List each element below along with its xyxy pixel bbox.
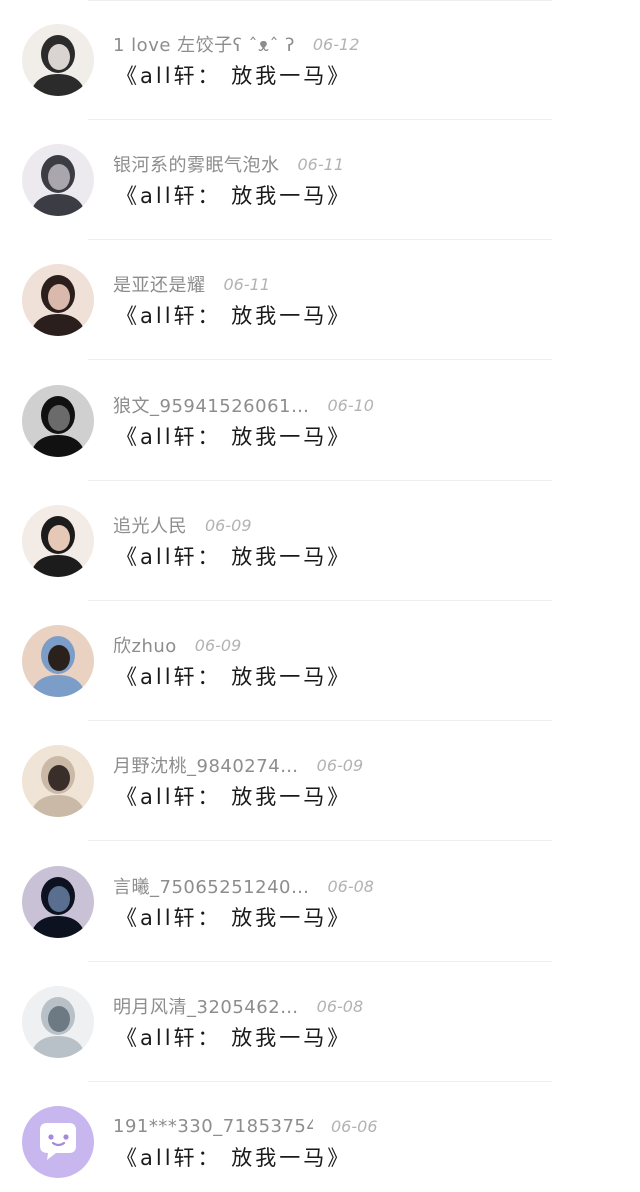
username[interactable]: 是亚还是耀 bbox=[113, 271, 206, 297]
username[interactable]: 狼文_95941526061… bbox=[113, 392, 309, 418]
comment-meta: 是亚还是耀 06-11 bbox=[113, 270, 270, 298]
avatar[interactable] bbox=[22, 24, 94, 96]
comment-item[interactable]: 欣zhuo 06-09 《all轩： 放我一马》 bbox=[0, 601, 640, 721]
user-avatar-icon bbox=[22, 866, 94, 938]
comment-text: 《all轩： 放我一马》 bbox=[116, 184, 352, 208]
username[interactable]: 银河系的雾眠气泡水 bbox=[113, 151, 280, 177]
avatar[interactable] bbox=[22, 1106, 94, 1178]
comment-date: 06-09 bbox=[194, 635, 242, 655]
comment-meta: 191***330_718537544 06-06 bbox=[113, 1112, 378, 1140]
comment-meta: 月野沈桃_9840274… 06-09 bbox=[113, 751, 363, 779]
avatar[interactable] bbox=[22, 866, 94, 938]
comment-item[interactable]: 是亚还是耀 06-11 《all轩： 放我一马》 bbox=[0, 240, 640, 360]
comment-date: 06-06 bbox=[331, 1116, 378, 1136]
comment-text: 《all轩： 放我一马》 bbox=[116, 785, 352, 809]
username[interactable]: 欣zhuo bbox=[113, 632, 177, 658]
comment-text: 《all轩： 放我一马》 bbox=[116, 906, 352, 930]
comment-item[interactable]: 追光人民 06-09 《all轩： 放我一马》 bbox=[0, 481, 640, 601]
comment-item[interactable]: 191***330_718537544 06-06 《all轩： 放我一马》 bbox=[0, 1082, 640, 1192]
avatar[interactable] bbox=[22, 505, 94, 577]
comment-text: 《all轩： 放我一马》 bbox=[116, 665, 352, 689]
username[interactable]: 1 love 左饺子ʕ ˆᴥˆ ʔ bbox=[113, 31, 295, 57]
comment-text: 《all轩： 放我一马》 bbox=[116, 1146, 352, 1170]
username[interactable]: 191***330_718537544 bbox=[113, 1116, 313, 1137]
comment-item[interactable]: 1 love 左饺子ʕ ˆᴥˆ ʔ 06-12 《all轩： 放我一马》 bbox=[0, 0, 640, 120]
avatar[interactable] bbox=[22, 144, 94, 216]
user-avatar-icon bbox=[22, 24, 94, 96]
comment-meta: 1 love 左饺子ʕ ˆᴥˆ ʔ 06-12 bbox=[113, 30, 359, 58]
user-avatar-icon bbox=[22, 505, 94, 577]
avatar[interactable] bbox=[22, 745, 94, 817]
comment-meta: 狼文_95941526061… 06-10 bbox=[113, 391, 374, 419]
username[interactable]: 追光人民 bbox=[113, 512, 187, 538]
username[interactable]: 月野沈桃_9840274… bbox=[113, 752, 299, 778]
comment-meta: 明月风清_3205462… 06-08 bbox=[113, 992, 363, 1020]
divider bbox=[88, 840, 552, 841]
comment-meta: 银河系的雾眠气泡水 06-11 bbox=[113, 150, 344, 178]
comment-text: 《all轩： 放我一马》 bbox=[116, 64, 352, 88]
comment-text: 《all轩： 放我一马》 bbox=[116, 425, 352, 449]
comment-date: 06-09 bbox=[316, 755, 364, 775]
avatar[interactable] bbox=[22, 264, 94, 336]
comment-date: 06-10 bbox=[327, 395, 374, 415]
comment-date: 06-09 bbox=[205, 515, 252, 535]
comment-text: 《all轩： 放我一马》 bbox=[116, 304, 352, 328]
comment-meta: 追光人民 06-09 bbox=[113, 511, 252, 539]
avatar[interactable] bbox=[22, 385, 94, 457]
user-avatar-icon bbox=[22, 986, 94, 1058]
comment-text: 《all轩： 放我一马》 bbox=[116, 545, 352, 569]
comment-item[interactable]: 月野沈桃_9840274… 06-09 《all轩： 放我一马》 bbox=[0, 721, 640, 841]
comment-date: 06-08 bbox=[316, 996, 364, 1016]
comment-date: 06-08 bbox=[327, 876, 374, 896]
username[interactable]: 明月风清_3205462… bbox=[113, 993, 299, 1019]
comment-item[interactable]: 明月风清_3205462… 06-08 《all轩： 放我一马》 bbox=[0, 962, 640, 1082]
comment-item[interactable]: 狼文_95941526061… 06-10 《all轩： 放我一马》 bbox=[0, 361, 640, 481]
comment-meta: 欣zhuo 06-09 bbox=[113, 631, 241, 659]
username[interactable]: 言曦_75065251240… bbox=[113, 873, 309, 899]
user-avatar-icon bbox=[22, 264, 94, 336]
comment-text: 《all轩： 放我一马》 bbox=[116, 1026, 352, 1050]
comment-date: 06-11 bbox=[223, 274, 271, 294]
comment-item[interactable]: 言曦_75065251240… 06-08 《all轩： 放我一马》 bbox=[0, 842, 640, 962]
comment-meta: 言曦_75065251240… 06-08 bbox=[113, 872, 374, 900]
user-avatar-icon bbox=[22, 144, 94, 216]
comment-date: 06-11 bbox=[297, 154, 345, 174]
comment-list: 1 love 左饺子ʕ ˆᴥˆ ʔ 06-12 《all轩： 放我一马》 银河系… bbox=[0, 0, 640, 1192]
user-avatar-icon bbox=[22, 385, 94, 457]
divider bbox=[88, 359, 552, 360]
chat-bubble-icon bbox=[22, 1106, 94, 1178]
comment-item[interactable]: 银河系的雾眠气泡水 06-11 《all轩： 放我一马》 bbox=[0, 120, 640, 240]
user-avatar-icon bbox=[22, 625, 94, 697]
avatar[interactable] bbox=[22, 625, 94, 697]
user-avatar-icon bbox=[22, 745, 94, 817]
avatar[interactable] bbox=[22, 986, 94, 1058]
comment-date: 06-12 bbox=[312, 34, 360, 54]
